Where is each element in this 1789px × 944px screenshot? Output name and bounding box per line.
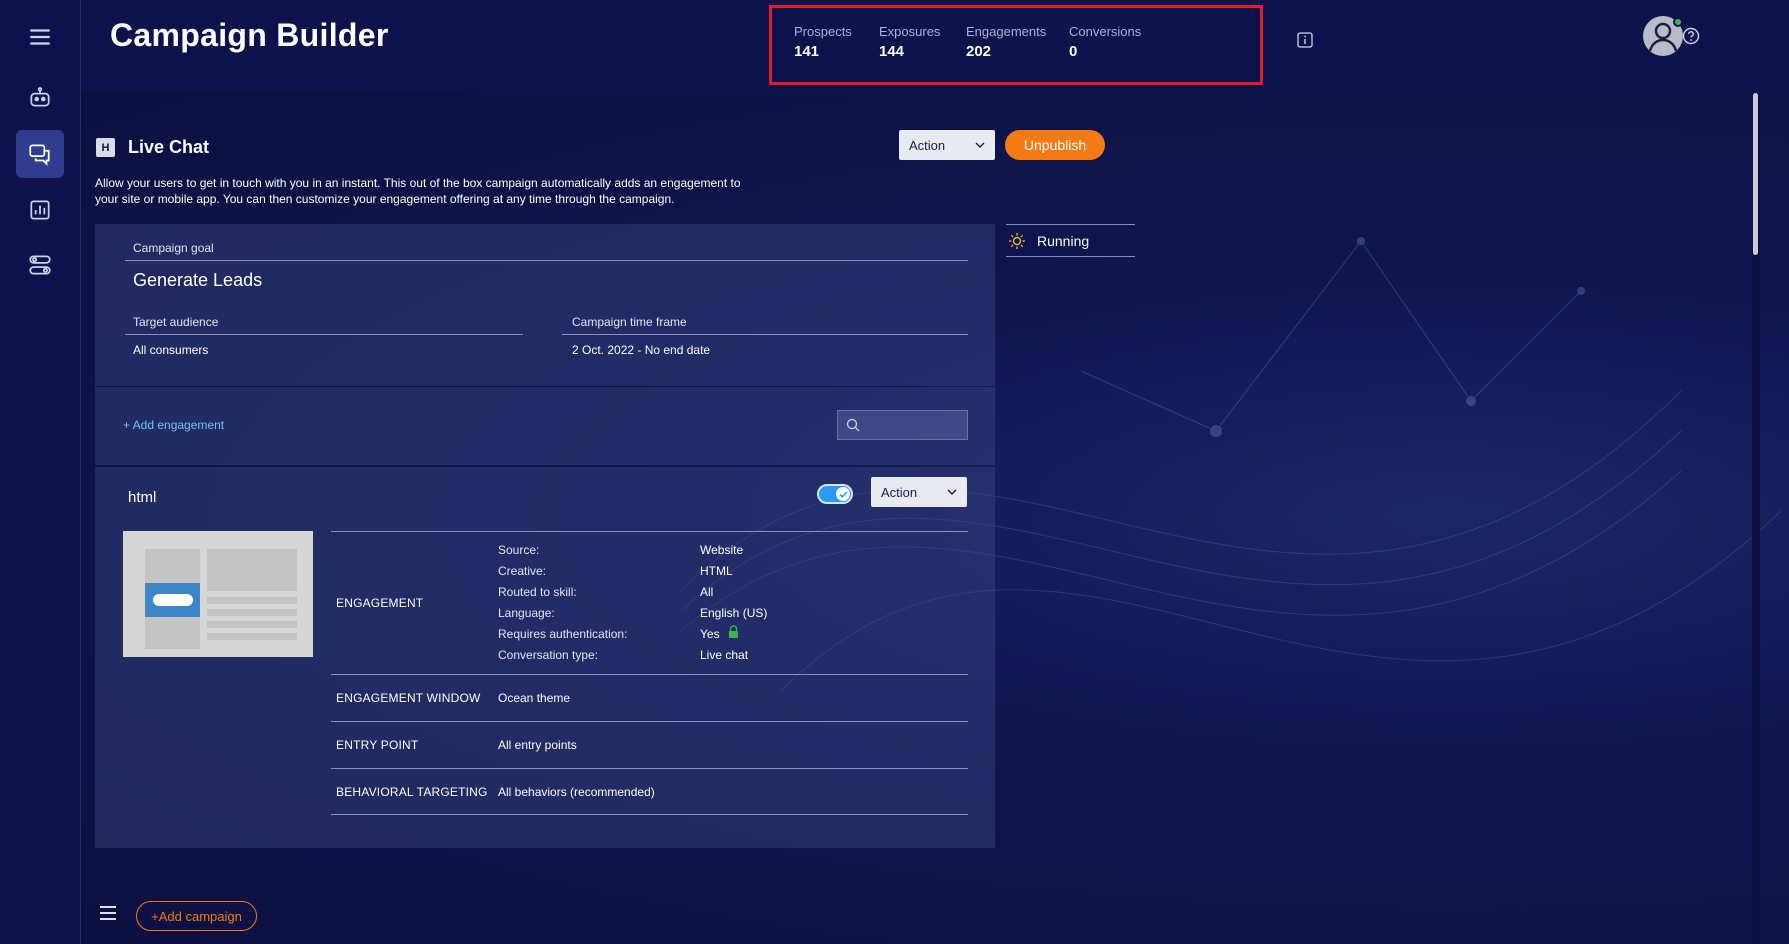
lock-icon xyxy=(729,625,738,638)
kpi-value: 0 xyxy=(1069,43,1078,60)
engagement-preview-thumbnail[interactable] xyxy=(123,531,313,657)
row-label: BEHAVIORAL TARGETING xyxy=(336,785,488,799)
help-icon[interactable] xyxy=(1682,27,1700,45)
analytics-icon[interactable] xyxy=(16,186,64,234)
goal-value[interactable]: Generate Leads xyxy=(133,270,262,291)
detail-key: Conversation type: xyxy=(498,648,599,662)
kpi-value: 144 xyxy=(879,43,905,60)
campaign-action-dropdown[interactable]: Action xyxy=(899,130,995,160)
info-icon[interactable] xyxy=(1297,32,1313,48)
add-engagement-panel: + Add engagement xyxy=(95,387,995,465)
kpi-label: Prospects xyxy=(794,24,852,39)
timeframe-value[interactable]: 2 Oct. 2022 - No end date xyxy=(572,343,710,357)
menu-icon[interactable] xyxy=(16,13,64,61)
campaign-goal-panel: Campaign goal Generate Leads Target audi… xyxy=(95,224,995,386)
settings-toggles-icon[interactable] xyxy=(16,241,64,289)
engagement-details-table: ENGAGEMENT Source: Website Creative: HTM… xyxy=(331,531,968,815)
campaign-name: Live Chat xyxy=(128,137,210,157)
detail-value: Live chat xyxy=(700,648,749,662)
detail-key: Requires authentication: xyxy=(498,627,628,641)
detail-value: HTML xyxy=(700,564,733,578)
check-icon xyxy=(838,490,848,498)
detail-key: Language: xyxy=(498,606,555,620)
detail-value: English (US) xyxy=(700,606,768,620)
row-value: All entry points xyxy=(498,738,577,752)
audience-value[interactable]: All consumers xyxy=(133,343,208,357)
behavioral-targeting-row[interactable]: BEHAVIORAL TARGETING All behaviors (reco… xyxy=(331,768,968,815)
timeframe-label: Campaign time frame xyxy=(572,315,687,329)
kpi-engagements: Engagements 202 xyxy=(966,24,1046,60)
row-label: ENGAGEMENT WINDOW xyxy=(336,691,481,705)
list-menu-icon[interactable] xyxy=(100,906,116,920)
kpi-label: Exposures xyxy=(879,24,941,39)
conversations-icon[interactable] xyxy=(16,130,64,178)
engagement-name[interactable]: html xyxy=(128,489,156,506)
kpi-conversions: Conversions 0 xyxy=(1069,24,1141,60)
search-icon xyxy=(846,418,860,432)
kpi-label: Engagements xyxy=(966,24,1047,39)
detail-value: Yes xyxy=(700,627,720,641)
detail-key: Routed to skill: xyxy=(498,585,577,599)
row-value: Ocean theme xyxy=(498,691,571,705)
goal-label: Campaign goal xyxy=(133,241,214,255)
entry-point-row[interactable]: ENTRY POINT All entry points xyxy=(331,721,968,768)
chevron-down-icon xyxy=(947,489,957,495)
divider xyxy=(125,260,968,261)
add-campaign-button[interactable]: +Add campaign xyxy=(136,901,257,931)
engagement-details-row: ENGAGEMENT Source: Website Creative: HTM… xyxy=(331,531,968,674)
page-title: Campaign Builder xyxy=(110,17,389,53)
kpi-exposures: Exposures 144 xyxy=(879,24,940,60)
chat-window-preview-image xyxy=(123,531,313,657)
engagement-card: html Action ENGAGEMENT Source: Website C… xyxy=(95,467,995,848)
bot-icon[interactable] xyxy=(16,74,64,122)
divider xyxy=(125,334,523,335)
detail-key: Creative: xyxy=(498,564,547,578)
detail-value: All xyxy=(700,585,714,599)
chevron-down-icon xyxy=(975,142,985,148)
row-value: All behaviors (recommended) xyxy=(498,785,655,799)
audience-label: Target audience xyxy=(133,315,219,329)
action-dropdown-label: Action xyxy=(881,484,918,500)
sun-icon xyxy=(1009,233,1025,249)
kpi-value: 141 xyxy=(794,43,820,60)
top-header: Campaign Builder Prospects 141 Exposures… xyxy=(81,0,1789,91)
engagement-enabled-toggle[interactable] xyxy=(817,484,853,504)
engagement-window-row[interactable]: ENGAGEMENT WINDOW Ocean theme xyxy=(331,674,968,721)
kpi-summary: Prospects 141 Exposures 144 Engagements … xyxy=(769,5,1313,85)
campaign-status: Running xyxy=(1006,224,1135,257)
kpi-value: 202 xyxy=(966,43,992,60)
engagement-action-dropdown[interactable]: Action xyxy=(871,477,967,507)
campaign-type-icon: H xyxy=(96,138,115,157)
action-dropdown-label: Action xyxy=(909,137,946,153)
detail-key: Source: xyxy=(498,543,540,557)
left-nav-rail xyxy=(0,0,81,944)
unpublish-button[interactable]: Unpublish xyxy=(1005,130,1105,160)
detail-value: Website xyxy=(700,543,744,557)
add-engagement-link[interactable]: + Add engagement xyxy=(123,418,224,432)
kpi-label: Conversions xyxy=(1069,24,1142,39)
campaign-description: Allow your users to get in touch with yo… xyxy=(95,176,741,206)
online-status-dot xyxy=(1673,17,1683,27)
kpi-prospects: Prospects 141 xyxy=(794,24,852,60)
row-label: ENTRY POINT xyxy=(336,738,419,752)
status-label: Running xyxy=(1037,232,1090,249)
row-label: ENGAGEMENT xyxy=(336,596,424,610)
divider xyxy=(562,334,968,335)
scrollbar-thumb[interactable] xyxy=(1753,93,1758,255)
toggle-knob xyxy=(836,487,850,501)
